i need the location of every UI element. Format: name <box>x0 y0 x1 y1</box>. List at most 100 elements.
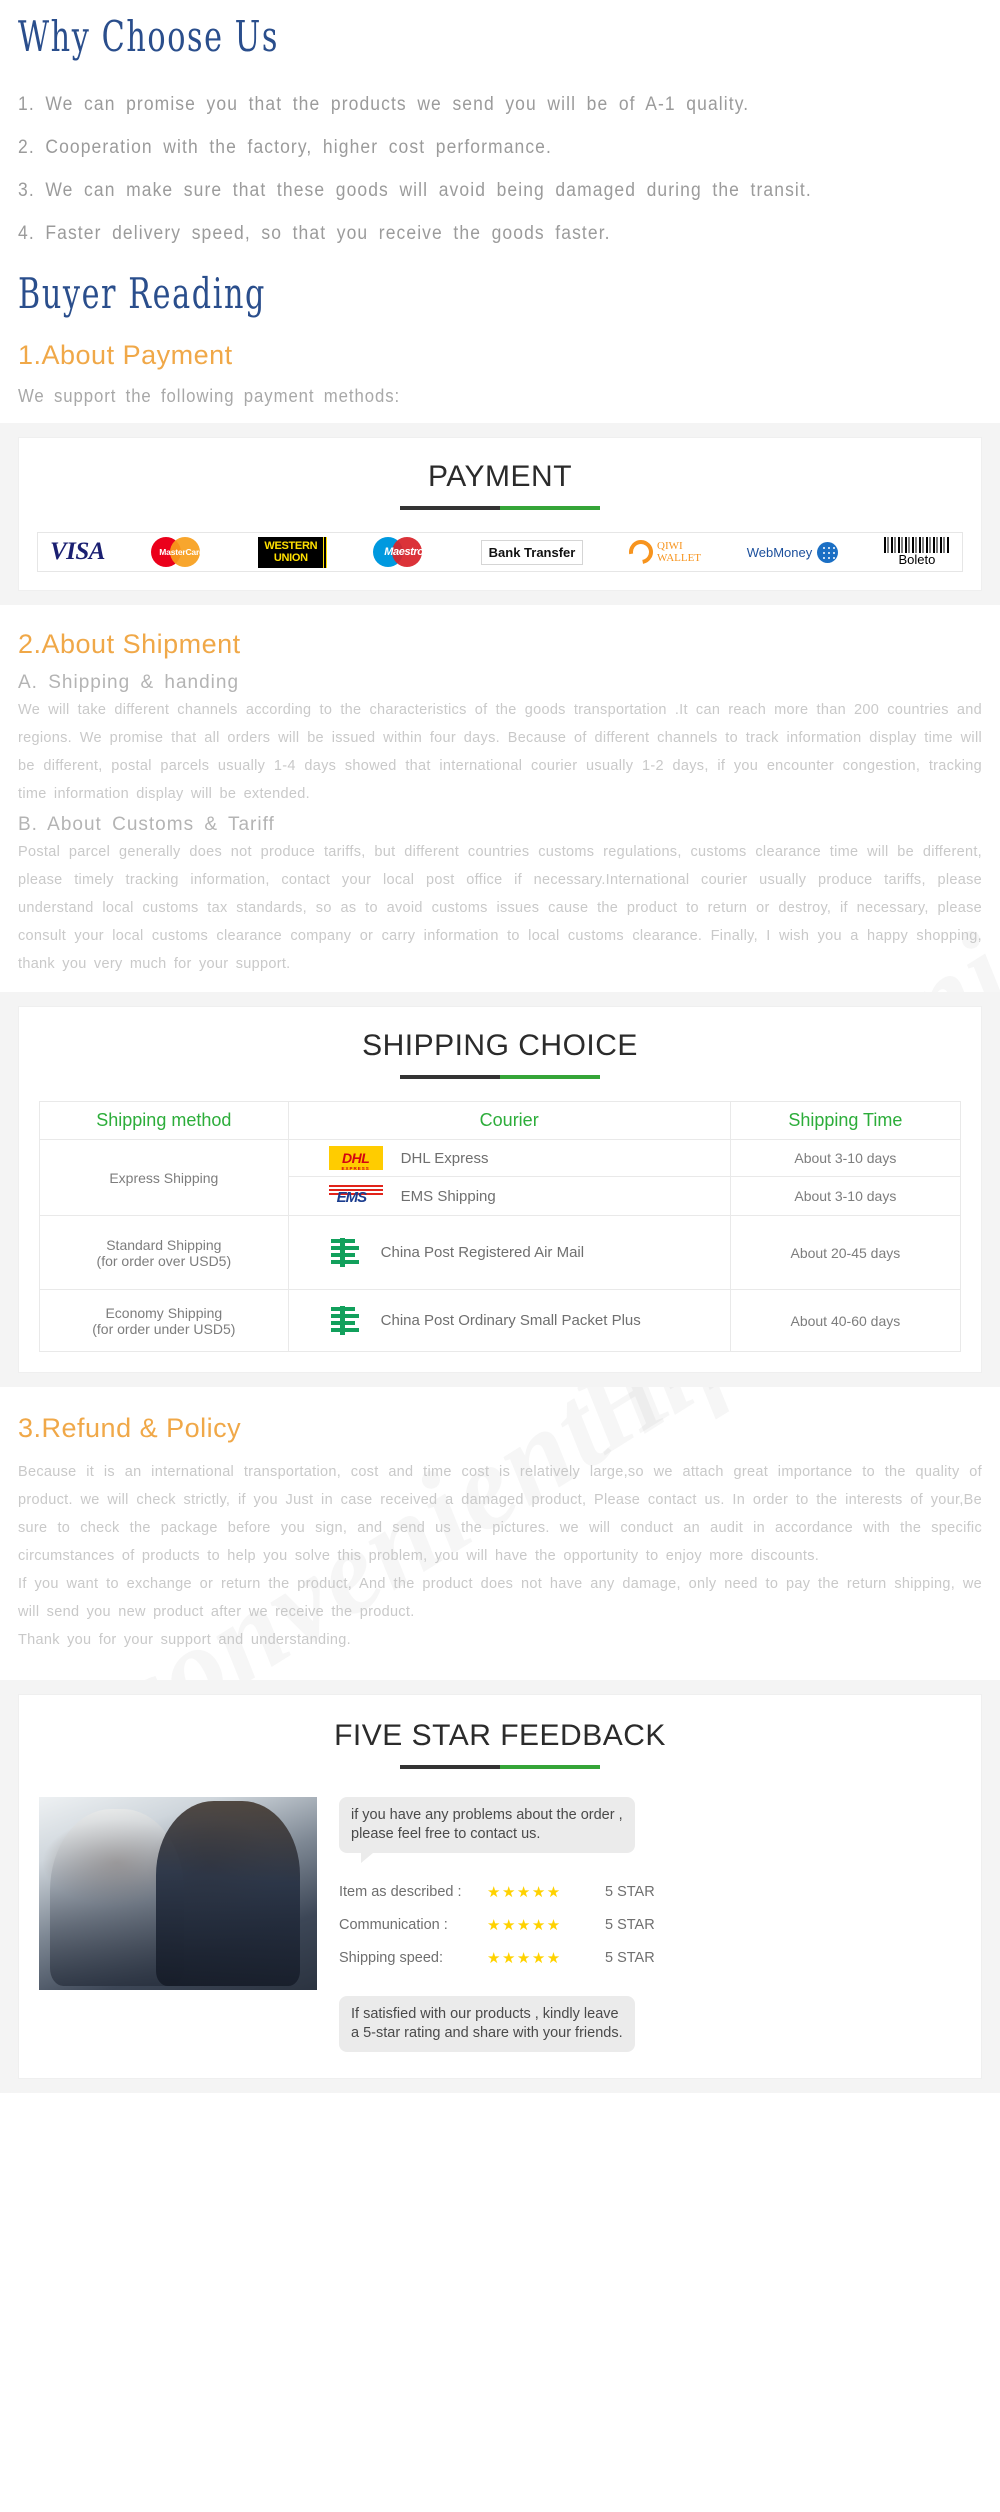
payment-logos-row: VISA MasterCard WESTERN UNION Maestro Ba… <box>37 532 963 572</box>
about-shipment-heading: 2.About Shipment <box>18 629 241 659</box>
visa-logo: VISA <box>50 538 105 566</box>
refund-paragraph: Thank you for your support and understan… <box>18 1632 351 1648</box>
rating-label: Shipping speed: <box>339 1949 443 1966</box>
table-row: Express Shipping DHL EXPRESS DHL Express … <box>39 1139 962 1216</box>
payment-panel: PAYMENT VISA MasterCard WESTERN UNION Ma… <box>18 437 982 591</box>
rating-row: Item as described : ★★★★★ 5 STAR <box>339 1879 961 1904</box>
bank-transfer-logo: Bank Transfer <box>480 539 584 565</box>
star-icons: ★★★★★ <box>487 1883 562 1901</box>
table-header-row: Shipping method Courier Shipping Time <box>39 1101 962 1140</box>
qiwi-line1: QIWI <box>657 540 683 552</box>
payment-panel-title: PAYMENT <box>427 460 573 493</box>
payment-panel-wrap: PAYMENT VISA MasterCard WESTERN UNION Ma… <box>0 423 1000 605</box>
feedback-panel-title: FIVE STAR FEEDBACK <box>334 1719 666 1752</box>
cell-courier: EMS EMS Shipping <box>287 1176 731 1216</box>
mastercard-logo: MasterCard <box>150 537 213 567</box>
courier-name: China Post Registered Air Mail <box>380 1244 585 1261</box>
china-post-logo <box>329 1305 363 1336</box>
why-choose-us-list: 1. We can promise you that the products … <box>18 83 982 255</box>
boleto-label: Boleto <box>898 552 936 567</box>
underline-green <box>500 1075 600 1079</box>
courier-name: EMS Shipping <box>400 1187 496 1205</box>
underline-green <box>500 1765 600 1769</box>
cell-courier: China Post Registered Air Mail <box>287 1215 731 1290</box>
feedback-right-column: if you have any problems about the order… <box>317 1797 961 2052</box>
column-header-courier: Courier <box>287 1101 731 1140</box>
refund-policy-heading: 3.Refund & Policy <box>18 1413 242 1443</box>
shipping-choice-title: SHIPPING CHOICE <box>362 1029 638 1062</box>
cell-courier: China Post Ordinary Small Packet Plus <box>287 1289 731 1352</box>
table-row: Standard Shipping (for order over USD5) … <box>39 1215 962 1290</box>
shipping-choice-table: Shipping method Courier Shipping Time Ex… <box>39 1101 962 1352</box>
cell-shipping-method: Express Shipping <box>39 1139 289 1216</box>
rating-label: Communication : <box>339 1916 448 1933</box>
underline-dark <box>400 1765 500 1769</box>
maestro-label: Maestro <box>384 546 424 558</box>
about-payment-heading: 1.About Payment <box>18 340 233 370</box>
refund-policy-section: 3.Refund & Policy Because it is an inter… <box>0 1413 1000 1654</box>
rating-value: 5 STAR <box>605 1949 655 1966</box>
underline-dark <box>400 506 500 510</box>
barcode-icon <box>883 537 950 553</box>
about-shipment-section: 2.About Shipment A. Shipping & handing W… <box>0 629 1000 978</box>
refund-paragraph: If you want to exchange or return the pr… <box>18 1576 982 1620</box>
underline-green <box>500 506 600 510</box>
refund-paragraph: Because it is an international transport… <box>18 1464 982 1564</box>
cell-shipping-time: About 40-60 days <box>729 1289 962 1352</box>
rating-value: 5 STAR <box>605 1916 655 1933</box>
shipping-choice-panel: SHIPPING CHOICE Shipping method Courier … <box>18 1006 982 1373</box>
rating-row: Communication : ★★★★★ 5 STAR <box>339 1912 961 1937</box>
about-payment-section: 1.About Payment We support the following… <box>0 340 1000 411</box>
mastercard-label: MasterCard <box>159 547 205 557</box>
cell-courier: DHL EXPRESS DHL Express <box>287 1139 731 1177</box>
list-item: 1. We can promise you that the products … <box>18 94 750 115</box>
feedback-panel-wrap: FIVE STAR FEEDBACK if you have any probl… <box>0 1680 1000 2093</box>
why-choose-us-title: Why Choose Us <box>18 12 279 61</box>
customs-tariff-paragraph: Postal parcel generally does not produce… <box>18 844 982 972</box>
western-union-line1: WESTERN <box>264 539 318 552</box>
five-star-feedback-panel: FIVE STAR FEEDBACK if you have any probl… <box>18 1694 982 2079</box>
boleto-logo: Boleto <box>883 537 950 567</box>
customs-tariff-subheading: B. About Customs & Tariff <box>18 814 275 835</box>
title-underline <box>400 1765 600 1769</box>
column-header-shipping-time: Shipping Time <box>729 1101 962 1140</box>
shipping-panel-wrap: SHIPPING CHOICE Shipping method Courier … <box>0 992 1000 1387</box>
western-union-logo: WESTERN UNION <box>258 536 328 568</box>
shipping-handling-subheading: A. Shipping & handing <box>18 672 240 693</box>
buyer-reading-section: Buyer Reading <box>0 269 1000 318</box>
qiwi-wallet-logo: QIWI WALLET <box>624 535 702 569</box>
payment-intro-text: We support the following payment methods… <box>18 386 401 406</box>
star-icons: ★★★★★ <box>487 1949 562 1967</box>
ems-logo: EMS <box>328 1183 383 1209</box>
underline-dark <box>400 1075 500 1079</box>
bank-transfer-label: Bank Transfer <box>480 539 584 565</box>
china-post-logo <box>329 1237 363 1268</box>
contact-us-bubble: if you have any problems about the order… <box>339 1797 635 1863</box>
list-item: 3. We can make sure that these goods wil… <box>18 180 812 201</box>
product-description-page: Why Choose Us 1. We can promise you that… <box>0 0 1000 2093</box>
why-choose-us-section: Why Choose Us 1. We can promise you that… <box>0 0 1000 255</box>
title-underline <box>400 506 600 510</box>
column-header-shipping-method: Shipping method <box>39 1101 289 1140</box>
customer-service-photo <box>39 1797 317 1990</box>
list-item: 2. Cooperation with the factory, higher … <box>18 137 552 158</box>
maestro-logo: Maestro <box>372 537 435 567</box>
cell-shipping-method: Economy Shipping (for order under USD5) <box>39 1289 289 1352</box>
courier-name: DHL Express <box>400 1149 489 1167</box>
visa-label: VISA <box>50 538 105 565</box>
webmoney-globe-icon <box>817 541 839 563</box>
qiwi-ring-icon <box>624 535 658 569</box>
title-underline <box>400 1075 600 1079</box>
cell-shipping-time: About 20-45 days <box>729 1215 962 1290</box>
cell-shipping-method: Standard Shipping (for order over USD5) <box>39 1215 289 1290</box>
courier-name: China Post Ordinary Small Packet Plus <box>380 1312 641 1329</box>
rating-row: Shipping speed: ★★★★★ 5 STAR <box>339 1945 961 1970</box>
cell-shipping-time: About 3-10 days <box>729 1139 962 1177</box>
feedback-body: if you have any problems about the order… <box>19 1791 981 2078</box>
dhl-logo: DHL EXPRESS <box>328 1146 383 1171</box>
webmoney-label: WebMoney <box>746 544 813 560</box>
leave-rating-bubble: If satisfied with our products , kindly … <box>339 1996 635 2052</box>
qiwi-line2: WALLET <box>657 552 702 564</box>
western-union-line2: UNION <box>273 552 308 564</box>
cell-shipping-time: About 3-10 days <box>729 1176 962 1216</box>
